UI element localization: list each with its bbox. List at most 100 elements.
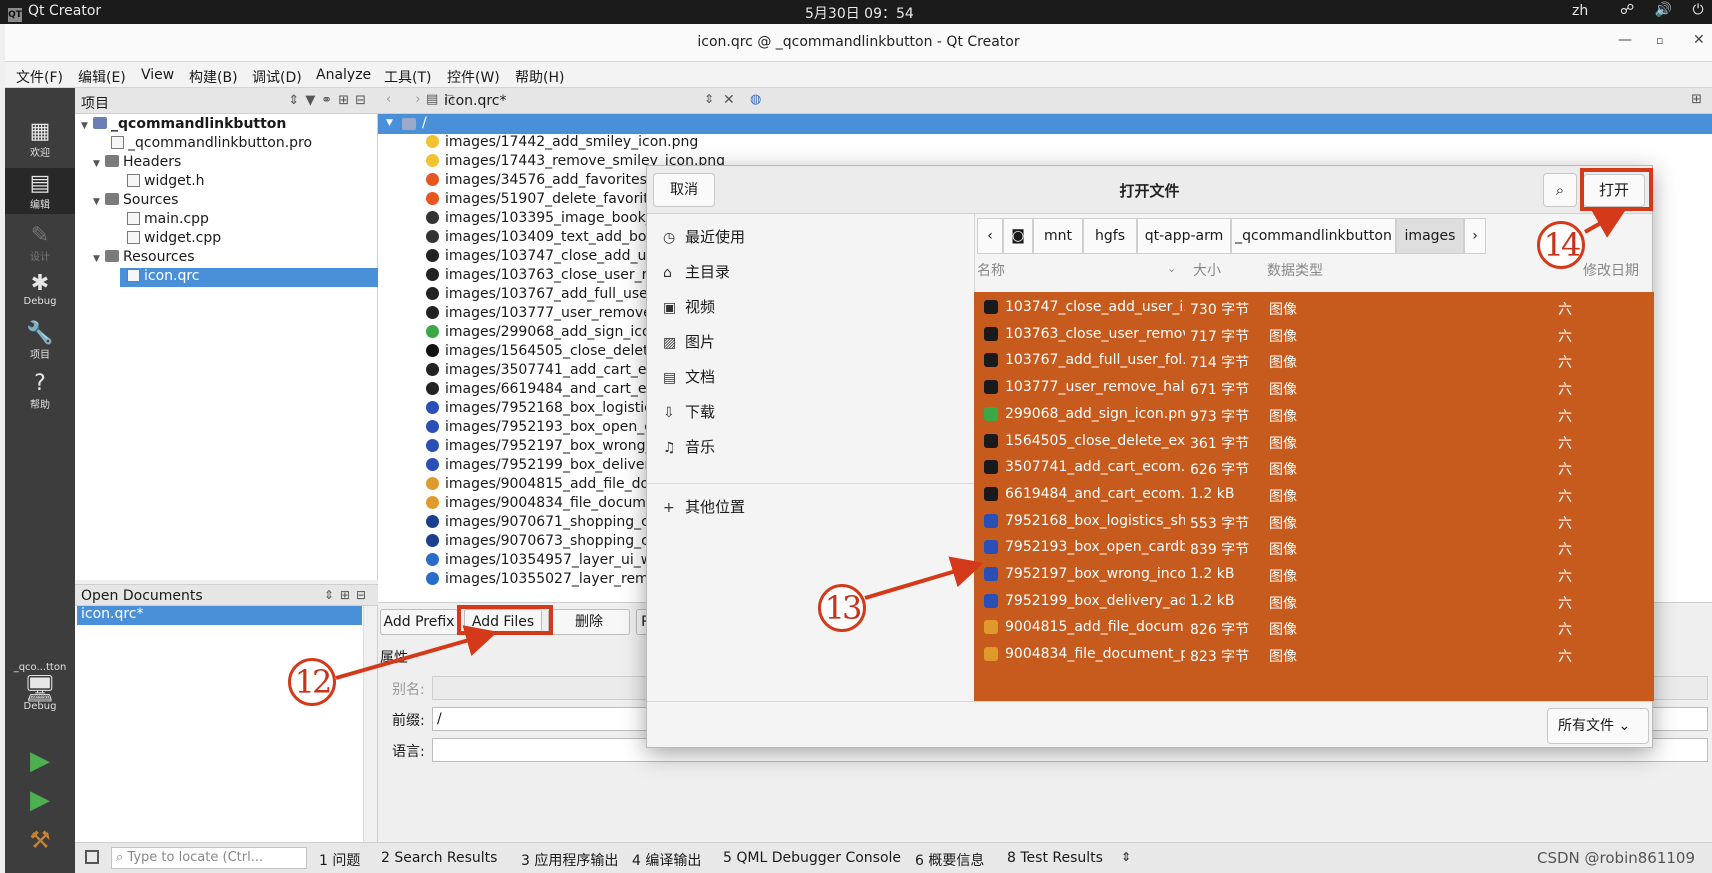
- resource-file-item[interactable]: images/103777_user_remove_: [426, 305, 659, 324]
- sort-arrow-icon[interactable]: ⌄: [1167, 262, 1176, 275]
- menu-controls[interactable]: 控件(W): [447, 67, 500, 87]
- pane-qml-console[interactable]: 5 QML Debugger Console: [723, 850, 901, 866]
- tree-item-widget-h[interactable]: widget.h: [127, 173, 205, 192]
- tree-item-main-cpp[interactable]: main.cpp: [127, 211, 209, 230]
- resource-file-item[interactable]: images/7952197_box_wrong_: [426, 438, 653, 457]
- editor-tab[interactable]: icon.qrc*: [444, 93, 507, 109]
- file-row[interactable]: 7952197_box_wrong_inco... 1.2 kB 图像 六: [974, 560, 1654, 589]
- resource-file-item[interactable]: images/103395_image_book_: [426, 210, 653, 229]
- tree-item-widget-cpp[interactable]: widget.cpp: [127, 230, 221, 249]
- pane-more-icon[interactable]: ⇕: [1121, 850, 1131, 864]
- locator-input[interactable]: ⌕ Type to locate (Ctrl...: [111, 847, 307, 869]
- resource-file-item[interactable]: images/17442_add_smiley_icon.png: [426, 134, 698, 153]
- file-filter-dropdown[interactable]: 所有文件 ⌄: [1547, 708, 1649, 744]
- resource-file-item[interactable]: images/10355027_layer_remo: [426, 571, 657, 590]
- menu-view[interactable]: View: [141, 67, 174, 83]
- mode-debug[interactable]: ✱ Debug: [5, 272, 75, 308]
- tree-item-resources[interactable]: ▼ Resources: [93, 249, 195, 268]
- file-row[interactable]: 7952193_box_open_cardb... 839 字节 图像 六: [974, 533, 1654, 562]
- file-row[interactable]: 103767_add_full_user_fol... 714 字节 图像 六: [974, 346, 1654, 375]
- close-tab-icon[interactable]: ✕: [723, 92, 735, 108]
- file-row[interactable]: 6619484_and_cart_ecom... 1.2 kB 图像 六: [974, 480, 1654, 509]
- mode-welcome[interactable]: ▦ 欢迎: [5, 120, 75, 160]
- column-size[interactable]: 大小: [1193, 260, 1221, 280]
- menu-analyze[interactable]: Analyze: [316, 67, 371, 83]
- menu-edit[interactable]: 编辑(E): [78, 67, 126, 87]
- place-home[interactable]: ⌂ 主目录: [663, 261, 730, 282]
- file-row[interactable]: 103747_close_add_user_i... 730 字节 图像 六: [974, 293, 1654, 322]
- place-videos[interactable]: ▣ 视频: [663, 296, 715, 317]
- mode-edit[interactable]: ▤ 编辑: [5, 168, 75, 214]
- place-downloads[interactable]: ⇩ 下载: [663, 401, 715, 422]
- outline-icon[interactable]: ◍: [750, 92, 761, 107]
- column-name[interactable]: 名称: [977, 260, 1005, 280]
- close-window-icon[interactable]: ✕: [1693, 32, 1705, 48]
- expand-arrow-icon[interactable]: ▼: [93, 254, 105, 264]
- resource-file-item[interactable]: images/7952193_box_open_c: [426, 419, 652, 438]
- resource-file-item[interactable]: images/34576_add_favorites_: [426, 172, 654, 191]
- path-segment-current[interactable]: images: [1396, 218, 1464, 254]
- expand-arrow-icon[interactable]: ▼: [93, 159, 105, 169]
- pane-test-results[interactable]: 8 Test Results: [1007, 850, 1103, 866]
- place-other-locations[interactable]: + 其他位置: [663, 496, 745, 517]
- tree-item-icon-qrc[interactable]: icon.qrc: [120, 268, 378, 287]
- input-language-indicator[interactable]: zh: [1572, 3, 1588, 19]
- menu-help[interactable]: 帮助(H): [515, 67, 564, 87]
- resource-file-item[interactable]: images/3507741_add_cart_ec: [426, 362, 654, 381]
- resource-prefix-row[interactable]: ▼ /: [378, 114, 1712, 134]
- column-type[interactable]: 数据类型: [1267, 260, 1323, 280]
- project-panel-tools[interactable]: ⇕▼⚭⊞⊟: [288, 93, 372, 108]
- split-editor-icon[interactable]: ⊞: [1691, 92, 1702, 107]
- mode-design[interactable]: ✎ 设计: [5, 224, 75, 264]
- resource-file-item[interactable]: images/7952168_box_logistic: [426, 400, 652, 419]
- resource-file-item[interactable]: images/6619484_and_cart_ec: [426, 381, 654, 400]
- maximize-icon[interactable]: ▫: [1656, 34, 1663, 47]
- place-recent[interactable]: ◷ 最近使用: [663, 226, 745, 247]
- mode-help[interactable]: ? 帮助: [5, 372, 75, 412]
- debug-run-button[interactable]: ▶: [5, 787, 75, 813]
- drive-icon[interactable]: ◙: [1003, 218, 1033, 254]
- pane-general-messages[interactable]: 6 概要信息: [915, 850, 984, 870]
- pane-compile-output[interactable]: 4 编译输出: [632, 850, 701, 870]
- open-documents-scrollbar[interactable]: [363, 606, 377, 842]
- file-row[interactable]: 7952168_box_logistics_sh... 553 字节 图像 六: [974, 507, 1654, 536]
- open-document-item[interactable]: icon.qrc*: [77, 606, 362, 625]
- resource-file-item[interactable]: images/103747_close_add_us: [426, 248, 654, 267]
- path-forward-icon[interactable]: ›: [1464, 218, 1486, 254]
- resource-file-item[interactable]: images/103409_text_add_boo: [426, 229, 655, 248]
- tree-item-headers[interactable]: ▼ Headers: [93, 154, 181, 173]
- search-icon[interactable]: ⌕: [1543, 173, 1577, 207]
- resource-file-item[interactable]: images/51907_delete_favorit: [426, 191, 649, 210]
- path-segment[interactable]: mnt: [1033, 218, 1083, 254]
- resource-file-item[interactable]: images/1564505_close_delete: [426, 343, 657, 362]
- path-segment[interactable]: _qcommandlinkbutton: [1231, 218, 1396, 254]
- resource-file-item[interactable]: images/103763_close_user_re: [426, 267, 656, 286]
- place-pictures[interactable]: ▨ 图片: [663, 331, 715, 352]
- file-row[interactable]: 1564505_close_delete_exi... 361 字节 图像 六: [974, 427, 1654, 456]
- collapse-arrow-icon[interactable]: ▼: [386, 118, 393, 128]
- menu-debug[interactable]: 调试(D): [252, 67, 302, 87]
- resource-file-item[interactable]: images/7952199_box_deliver: [426, 457, 650, 476]
- tree-item-sources[interactable]: ▼ Sources: [93, 192, 178, 211]
- resource-file-item[interactable]: images/9004815_add_file_do: [426, 476, 649, 495]
- pane-issues[interactable]: 1 问题: [319, 850, 360, 870]
- active-app-label[interactable]: QT Qt Creator: [8, 3, 101, 22]
- resource-file-item[interactable]: images/9070673_shopping_c: [426, 533, 649, 552]
- path-back-icon[interactable]: ‹: [977, 218, 1003, 254]
- open-documents-tools[interactable]: ⇕⊞⊟: [324, 588, 372, 602]
- resource-file-item[interactable]: images/10354957_layer_ui_w: [426, 552, 652, 571]
- system-clock[interactable]: 5月30日 09：54: [805, 3, 914, 23]
- run-button[interactable]: ▶: [5, 748, 75, 774]
- kit-selector[interactable]: _qco...tton 🖥 Debug: [5, 662, 75, 712]
- system-tray-icons[interactable]: ☍ 🔊 ⏻: [1620, 2, 1712, 18]
- file-row[interactable]: 9004834_file_document_p... 823 字节 图像 六: [974, 640, 1654, 669]
- file-row[interactable]: 9004815_add_file_docum... 826 字节 图像 六: [974, 613, 1654, 642]
- resource-file-item[interactable]: images/9004834_file_docume: [426, 495, 655, 514]
- mode-projects[interactable]: 🔧 项目: [5, 322, 75, 362]
- add-prefix-button[interactable]: Add Prefix: [380, 609, 458, 635]
- path-segment[interactable]: hgfs: [1083, 218, 1137, 254]
- place-documents[interactable]: ▤ 文档: [663, 366, 715, 387]
- menu-tools[interactable]: 工具(T): [384, 67, 431, 87]
- resource-file-item[interactable]: images/299068_add_sign_ico: [426, 324, 651, 343]
- file-row[interactable]: 103777_user_remove_half... 671 字节 图像 六: [974, 373, 1654, 402]
